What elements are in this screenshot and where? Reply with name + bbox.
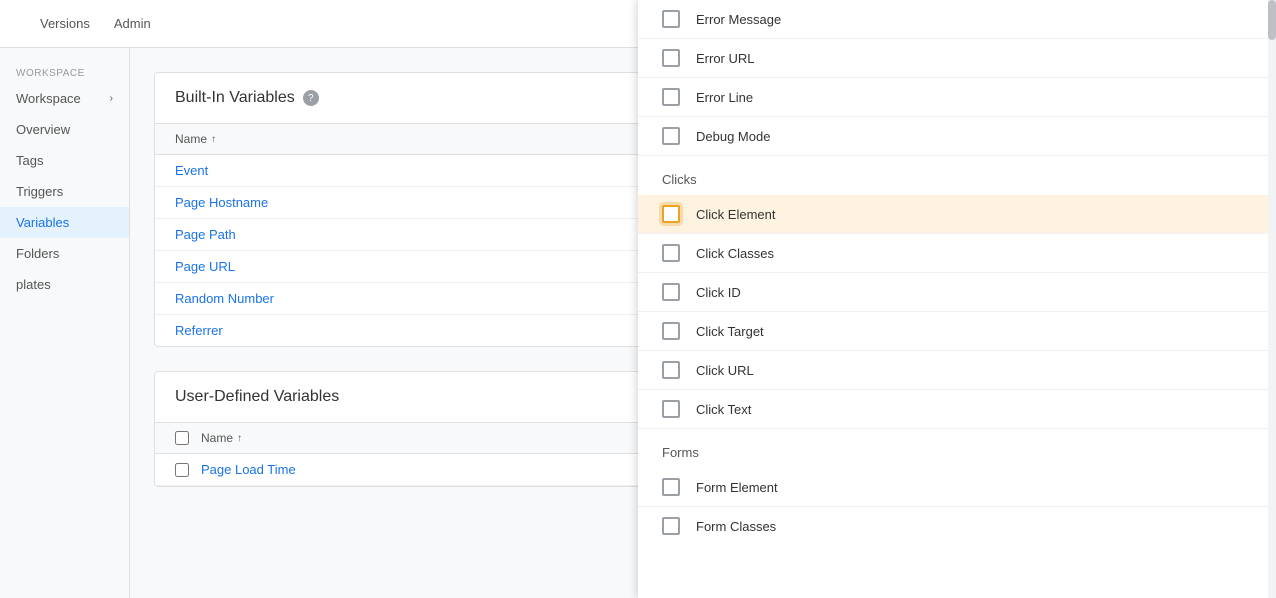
click-url-label: Click URL <box>696 363 754 378</box>
overlay-scroll-area[interactable]: Error Message Error URL Error Line Debug… <box>638 48 1276 598</box>
sidebar-item-overview[interactable]: Overview <box>0 114 129 145</box>
sidebar-item-workspace[interactable]: Workspace › <box>0 83 129 114</box>
sidebar-item-triggers[interactable]: Triggers <box>0 176 129 207</box>
sidebar: WORKSPACE Workspace › Overview Tags Trig… <box>0 48 130 598</box>
sidebar-item-tags[interactable]: Tags <box>0 145 129 176</box>
forms-section-label: Forms <box>638 429 1276 468</box>
sidebar-item-templates[interactable]: plates <box>0 269 129 300</box>
debug-mode-label: Debug Mode <box>696 129 770 144</box>
main-layout: WORKSPACE Workspace › Overview Tags Trig… <box>0 48 1276 598</box>
built-in-variables-title: Built-In Variables <box>175 89 295 107</box>
click-classes-checkbox[interactable] <box>662 244 680 262</box>
error-line-label: Error Line <box>696 90 753 105</box>
sort-arrow-icon: ↑ <box>211 134 216 145</box>
sidebar-item-variables[interactable]: Variables <box>0 207 129 238</box>
click-id-checkbox[interactable] <box>662 283 680 301</box>
workspace-section-label: WORKSPACE <box>0 60 129 83</box>
udf-row-checkbox[interactable] <box>175 463 189 477</box>
click-classes-label: Click Classes <box>696 246 774 261</box>
overlay-item-error-line: Error Line <box>638 78 1276 117</box>
overlay-item-click-id: Click ID <box>638 273 1276 312</box>
sidebar-item-folders[interactable]: Folders <box>0 238 129 269</box>
error-url-label: Error URL <box>696 51 755 66</box>
click-element-label: Click Element <box>696 207 775 222</box>
nav-item-versions[interactable]: Versions <box>40 12 90 35</box>
overlay-item-error-url: Error URL <box>638 48 1276 78</box>
overlay-item-click-classes: Click Classes <box>638 234 1276 273</box>
overlay-item-click-url: Click URL <box>638 351 1276 390</box>
nav-item-admin[interactable]: Admin <box>114 12 151 35</box>
help-icon[interactable]: ? <box>303 90 319 106</box>
overlay-item-click-target: Click Target <box>638 312 1276 351</box>
overlay-panel: Error Message Error URL Error Line Debug… <box>638 48 1276 598</box>
chevron-right-icon: › <box>110 93 113 104</box>
workspace-label: Workspace <box>16 91 81 106</box>
user-defined-variables-title: User-Defined Variables <box>175 388 339 406</box>
click-element-checkbox[interactable] <box>662 205 680 223</box>
error-url-checkbox[interactable] <box>662 49 680 67</box>
form-element-label: Form Element <box>696 480 778 495</box>
overlay-item-click-text: Click Text <box>638 390 1276 429</box>
form-element-checkbox[interactable] <box>662 478 680 496</box>
form-classes-label: Form Classes <box>696 519 776 534</box>
debug-mode-checkbox[interactable] <box>662 127 680 145</box>
click-target-label: Click Target <box>696 324 764 339</box>
app-container: Versions Admin WORKSPACE Workspace › Ove… <box>0 0 1276 598</box>
overlay-item-debug-mode: Debug Mode <box>638 117 1276 156</box>
error-line-checkbox[interactable] <box>662 88 680 106</box>
clicks-section-label: Clicks <box>638 156 1276 195</box>
overlay-item-form-classes: Form Classes <box>638 507 1276 545</box>
click-text-label: Click Text <box>696 402 751 417</box>
select-all-checkbox[interactable] <box>175 431 189 445</box>
overlay-item-form-element: Form Element <box>638 468 1276 507</box>
form-classes-checkbox[interactable] <box>662 517 680 535</box>
scrollbar-track <box>1268 48 1276 598</box>
udf-sort-arrow-icon: ↑ <box>237 433 242 444</box>
click-id-label: Click ID <box>696 285 741 300</box>
click-text-checkbox[interactable] <box>662 400 680 418</box>
click-target-checkbox[interactable] <box>662 322 680 340</box>
overlay-item-click-element: Click Element <box>638 195 1276 234</box>
click-url-checkbox[interactable] <box>662 361 680 379</box>
